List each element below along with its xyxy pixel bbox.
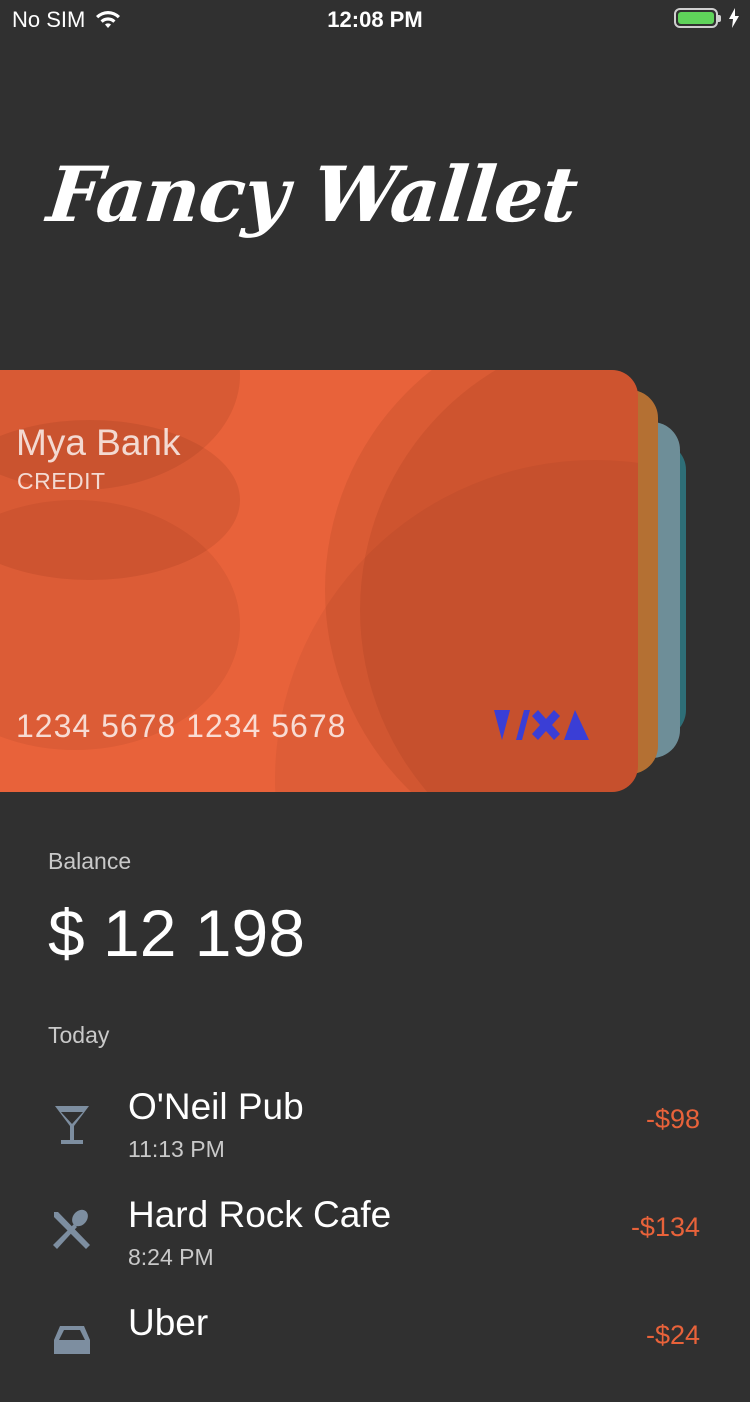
- card-type: CREDIT: [17, 468, 106, 494]
- transaction-time: 11:13 PM: [128, 1136, 225, 1162]
- transaction-row[interactable]: Hard Rock Cafe 8:24 PM -$134: [0, 1194, 750, 1294]
- battery-icon: [674, 8, 721, 28]
- balance-label: Balance: [48, 848, 132, 874]
- battery-fill: [678, 12, 714, 24]
- card-number: 1234 5678 1234 5678: [16, 708, 347, 744]
- status-bar: No SIM 12:08 PM: [0, 0, 750, 40]
- transaction-name: O'Neil Pub: [128, 1086, 304, 1127]
- status-right: [674, 8, 740, 28]
- app-title: Fancy Wallet: [43, 150, 582, 239]
- utensils-icon: [53, 1209, 90, 1249]
- transaction-amount: -$24: [645, 1320, 700, 1350]
- balance-value: $ 12 198: [48, 896, 305, 970]
- transactions-section-label: Today: [48, 1022, 110, 1048]
- card-carousel[interactable]: Mya Bank CREDIT 1234 5678 1234 5678: [0, 370, 750, 792]
- status-time: 12:08 PM: [327, 7, 423, 32]
- transaction-row[interactable]: O'Neil Pub 11:13 PM -$98: [0, 1086, 750, 1186]
- cocktail-icon: [55, 1106, 89, 1144]
- transaction-amount: -$98: [645, 1104, 700, 1134]
- transaction-name: Hard Rock Cafe: [128, 1194, 392, 1235]
- credit-card[interactable]: Mya Bank CREDIT 1234 5678 1234 5678: [0, 370, 638, 792]
- visa-logo-icon: [494, 710, 589, 740]
- charging-bolt-icon: [729, 8, 739, 28]
- transaction-name: Uber: [128, 1302, 209, 1343]
- transaction-row[interactable]: Uber -$24: [0, 1302, 750, 1402]
- transaction-amount: -$134: [630, 1212, 700, 1242]
- transaction-time: 8:24 PM: [128, 1244, 214, 1270]
- car-icon: [54, 1326, 90, 1354]
- card-bank-name: Mya Bank: [16, 422, 181, 463]
